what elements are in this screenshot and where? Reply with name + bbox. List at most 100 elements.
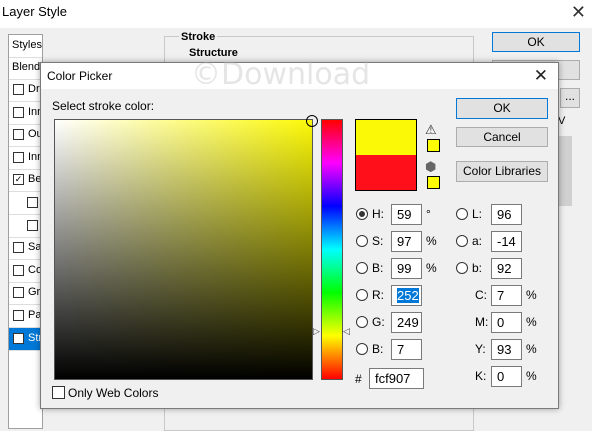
hsb-radio[interactable] bbox=[356, 208, 368, 220]
style-row[interactable]: Co bbox=[9, 260, 42, 283]
lab-input[interactable]: -14 bbox=[491, 231, 522, 252]
current-color-swatch[interactable] bbox=[356, 155, 416, 190]
hsb-input[interactable]: 59 bbox=[391, 204, 422, 225]
style-checkbox[interactable] bbox=[13, 84, 24, 95]
layer-style-titlebar: Layer Style ✕ bbox=[0, 0, 592, 28]
hsb-unit: ° bbox=[426, 207, 431, 221]
hex-label: # bbox=[355, 372, 362, 386]
hsb-label: B: bbox=[372, 261, 384, 275]
blending-options-item[interactable]: Blendi bbox=[9, 57, 42, 80]
style-row[interactable]: Sat bbox=[9, 237, 42, 261]
saturation-brightness-field[interactable] bbox=[54, 115, 318, 380]
stroke-legend: Stroke bbox=[179, 31, 218, 43]
lab-row: a: -14 bbox=[456, 231, 546, 253]
rgb-input[interactable]: 7 bbox=[391, 339, 422, 360]
rgb-radio[interactable] bbox=[356, 316, 368, 328]
style-row[interactable]: Pat bbox=[9, 305, 42, 328]
style-row[interactable] bbox=[9, 215, 42, 238]
lab-label: L: bbox=[472, 207, 483, 221]
rgb-radio[interactable] bbox=[356, 343, 368, 355]
watermark: ©Download bbox=[191, 57, 371, 92]
layer-style-preview-label: V bbox=[558, 115, 566, 127]
style-row[interactable]: ✓ Str bbox=[9, 327, 42, 351]
lab-input[interactable]: 96 bbox=[491, 204, 522, 225]
cmyk-unit: % bbox=[526, 315, 537, 329]
cmyk-row: K: 0% bbox=[461, 366, 551, 388]
lab-radio[interactable] bbox=[456, 235, 468, 247]
hue-slider-right-arrow-icon[interactable]: ◁ bbox=[343, 326, 350, 337]
style-checkbox[interactable] bbox=[13, 264, 24, 276]
new-color-swatch bbox=[356, 120, 416, 155]
layer-style-title: Layer Style bbox=[2, 4, 68, 19]
cmyk-row: C: 7% bbox=[461, 285, 551, 307]
styles-panel: Styles Blendi DroInnOuInn✓BeSatCoGraPat✓… bbox=[8, 34, 43, 429]
style-checkbox[interactable] bbox=[13, 242, 24, 254]
gamut-warning-swatch[interactable] bbox=[427, 139, 440, 152]
style-checkbox[interactable] bbox=[13, 129, 24, 141]
rgb-label: B: bbox=[372, 342, 384, 356]
color-picker-ok-button[interactable]: OK bbox=[456, 98, 548, 119]
cmyk-unit: % bbox=[526, 288, 537, 302]
color-picker-titlebar: Color Picker ©Download ✕ bbox=[41, 57, 558, 92]
hsb-row: S: 97% bbox=[356, 231, 446, 253]
style-row[interactable]: Inn bbox=[9, 147, 42, 170]
cmyk-input[interactable]: 0 bbox=[491, 312, 522, 333]
rgb-input[interactable]: 252 bbox=[391, 285, 422, 306]
cmyk-row: Y: 93% bbox=[461, 339, 551, 361]
style-checkbox[interactable] bbox=[13, 106, 24, 118]
cmyk-unit: % bbox=[526, 342, 537, 356]
cmyk-unit: % bbox=[526, 369, 537, 383]
style-row[interactable]: Inn bbox=[9, 102, 42, 125]
layer-style-ok-button[interactable]: OK bbox=[492, 32, 580, 52]
style-row[interactable]: Gra bbox=[9, 282, 42, 306]
color-picker-close-icon[interactable]: ✕ bbox=[534, 66, 548, 86]
cmyk-input[interactable]: 93 bbox=[491, 339, 522, 360]
cmyk-label: C: bbox=[475, 288, 487, 302]
rgb-row: G: 249 bbox=[356, 312, 446, 334]
style-checkbox[interactable] bbox=[13, 310, 24, 321]
rgb-radio[interactable] bbox=[356, 289, 368, 301]
hsb-row: B: 99% bbox=[356, 258, 446, 280]
color-picker-title: Color Picker bbox=[47, 69, 113, 83]
cmyk-label: K: bbox=[475, 369, 487, 383]
only-web-colors-label: Only Web Colors bbox=[68, 386, 159, 400]
style-row[interactable]: Ou bbox=[9, 124, 42, 148]
color-field-cursor[interactable] bbox=[306, 115, 318, 127]
hsb-unit: % bbox=[426, 261, 437, 275]
layer-style-more-button[interactable]: ... bbox=[560, 88, 580, 108]
layer-style-close-icon[interactable]: ✕ bbox=[571, 2, 586, 23]
lab-input[interactable]: 92 bbox=[491, 258, 522, 279]
hex-input[interactable]: fcf907 bbox=[369, 368, 424, 389]
style-row[interactable]: ✓ Be bbox=[9, 169, 42, 193]
color-picker-cancel-button[interactable]: Cancel bbox=[456, 127, 548, 147]
cmyk-input[interactable]: 0 bbox=[491, 366, 522, 387]
hsb-input[interactable]: 97 bbox=[391, 231, 422, 252]
hsb-radio[interactable] bbox=[356, 235, 368, 247]
lab-radio[interactable] bbox=[456, 262, 468, 274]
style-checkbox[interactable] bbox=[13, 151, 24, 163]
style-checkbox[interactable]: ✓ bbox=[13, 174, 24, 186]
only-web-colors-checkbox[interactable] bbox=[52, 386, 65, 399]
rgb-label: G: bbox=[372, 315, 385, 329]
style-row[interactable] bbox=[9, 192, 42, 215]
hue-slider-left-arrow-icon[interactable]: ▷ bbox=[313, 326, 320, 337]
warning-triangle-icon[interactable]: ⚠ bbox=[425, 122, 437, 138]
style-row[interactable]: Dro bbox=[9, 79, 42, 102]
style-checkbox[interactable] bbox=[27, 219, 38, 231]
rgb-input[interactable]: 249 bbox=[391, 312, 422, 333]
rgb-row: R: 252 bbox=[356, 285, 446, 307]
style-checkbox[interactable] bbox=[13, 287, 24, 299]
lab-radio[interactable] bbox=[456, 208, 468, 220]
hue-slider[interactable] bbox=[321, 119, 343, 380]
color-libraries-button[interactable]: Color Libraries bbox=[456, 161, 548, 182]
hsb-input[interactable]: 99 bbox=[391, 258, 422, 279]
cmyk-input[interactable]: 7 bbox=[491, 285, 522, 306]
style-checkbox[interactable] bbox=[27, 197, 38, 208]
styles-header[interactable]: Styles bbox=[9, 35, 42, 58]
hsb-unit: % bbox=[426, 234, 437, 248]
web-safe-swatch[interactable] bbox=[427, 176, 440, 189]
hsb-radio[interactable] bbox=[356, 262, 368, 274]
rgb-row: B: 7 bbox=[356, 339, 446, 361]
style-checkbox[interactable]: ✓ bbox=[13, 332, 24, 344]
web-safe-cube-icon[interactable]: ⬢ bbox=[425, 159, 436, 175]
